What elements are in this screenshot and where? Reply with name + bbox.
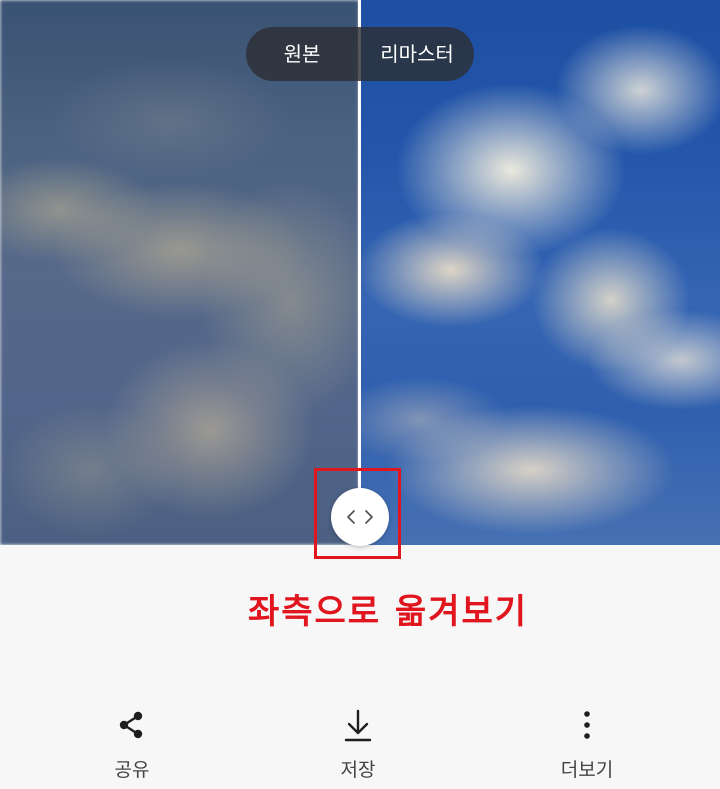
- more-label: 더보기: [560, 759, 614, 781]
- save-label: 저장: [340, 759, 376, 781]
- handle-highlight-box: [314, 468, 401, 559]
- original-photo: [0, 0, 359, 545]
- save-button[interactable]: 저장: [298, 705, 418, 789]
- compare-label-pill: 원본 리마스터: [246, 27, 474, 81]
- original-label: 원본: [283, 42, 321, 66]
- remaster-label: 리마스터: [380, 42, 454, 66]
- more-button[interactable]: 더보기: [527, 705, 647, 789]
- download-icon: [344, 709, 372, 742]
- share-label: 공유: [114, 759, 150, 781]
- share-button[interactable]: 공유: [72, 705, 192, 789]
- before-after-compare-view[interactable]: 원본 리마스터: [0, 0, 720, 545]
- compare-divider-line[interactable]: [358, 0, 361, 545]
- annotation-text: 좌측으로 옮겨보기: [247, 592, 529, 632]
- more-vertical-icon: [584, 711, 590, 739]
- remastered-photo: [361, 0, 720, 545]
- photo-remaster-compare-screen: 원본 리마스터 좌측으로 옮겨보기 공유 저장 더보기: [0, 0, 720, 789]
- share-icon: [119, 711, 143, 739]
